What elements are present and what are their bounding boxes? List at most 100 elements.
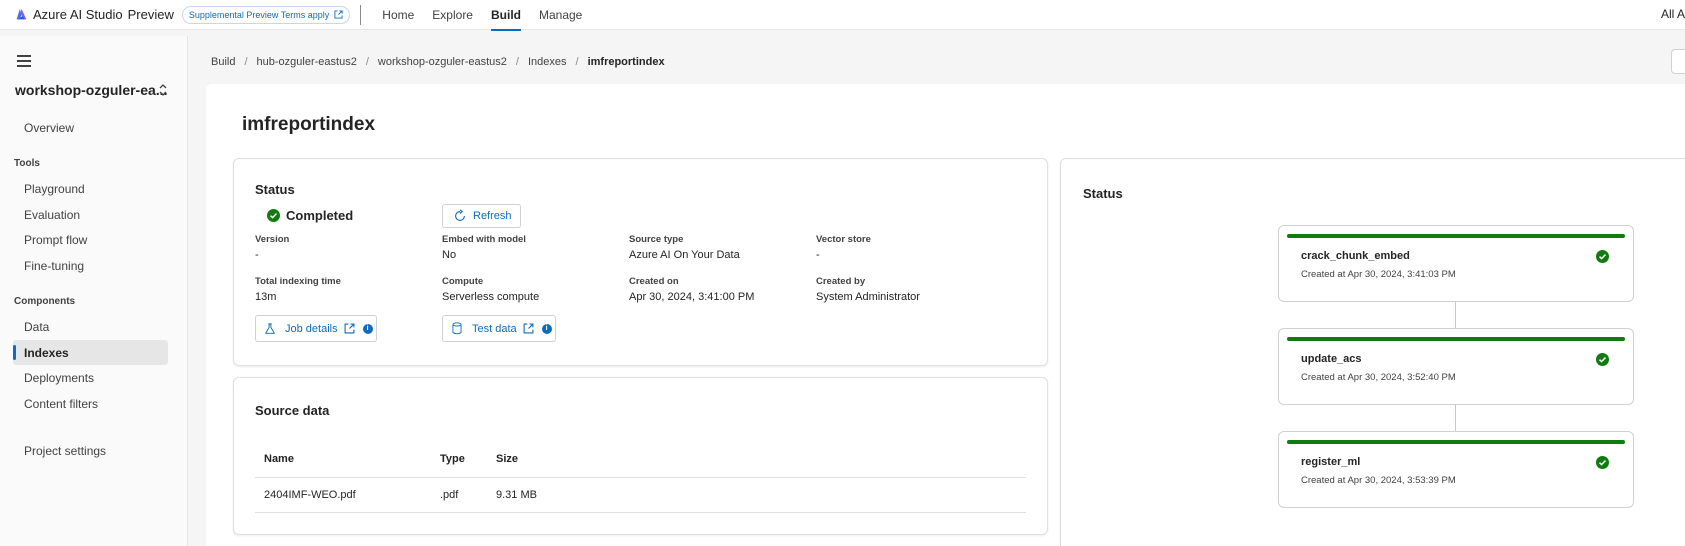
step-name: register_ml [1301,456,1361,468]
vector-store-value: - [816,249,820,261]
nav-explore[interactable]: Explore [423,0,482,30]
step-status-bar [1287,337,1625,341]
total-indexing-time-label: Total indexing time [255,276,341,287]
project-name[interactable]: workshop-ozguler-ea... [15,82,167,98]
created-by-label: Created by [816,276,866,287]
success-check-icon [1596,353,1609,366]
info-icon[interactable]: i [541,323,552,334]
source-type-label: Source type [629,234,684,245]
external-link-icon [334,10,343,19]
created-by-value: System Administrator [816,291,920,303]
step-created-at: Created at Apr 30, 2024, 3:52:40 PM [1301,372,1456,383]
success-check-icon [1596,456,1609,469]
step-created-at: Created at Apr 30, 2024, 3:41:03 PM [1301,269,1456,280]
version-value: - [255,249,259,261]
success-check-icon [267,209,280,222]
test-data-button[interactable]: Test data i [442,315,556,342]
step-status-bar [1287,234,1625,238]
job-details-button[interactable]: Job details i [255,315,377,342]
column-header-type[interactable]: Type [440,453,465,465]
breadcrumb-separator: / [575,56,579,68]
compute-label: Compute [442,276,484,287]
all-resources-link[interactable]: All A [1661,7,1685,21]
refresh-icon [455,209,465,221]
database-icon [452,322,462,335]
topbar-divider [360,4,362,25]
column-header-name[interactable]: Name [264,453,294,465]
side-panel-toggle-button[interactable] [1671,49,1685,74]
pipeline-step-register-ml[interactable]: register_ml Created at Apr 30, 2024, 3:5… [1278,431,1634,508]
breadcrumb-separator: / [365,56,369,68]
page-title: imfreportindex [242,114,376,135]
breadcrumb-build[interactable]: Build [211,56,235,68]
step-status-bar [1287,440,1625,444]
pipeline-connector [1455,302,1456,328]
hamburger-menu-icon[interactable] [17,55,31,67]
pipeline-connector [1455,405,1456,431]
sidebar-item-deployments[interactable]: Deployments [13,365,168,390]
total-indexing-time-value: 13m [255,291,277,303]
sidebar-item-indexes[interactable]: Indexes [13,340,168,365]
brand-name: Azure AI Studio [33,7,123,22]
table-cell-size: 9.31 MB [496,489,537,501]
created-on-value: Apr 30, 2024, 3:41:00 PM [629,291,755,303]
preview-terms-label: Supplemental Preview Terms apply [188,9,330,20]
chevron-up-down-icon[interactable] [158,83,168,97]
breadcrumb-separator: / [515,56,519,68]
breadcrumb-project[interactable]: workshop-ozguler-eastus2 [378,56,507,68]
sidebar-item-data[interactable]: Data [13,314,168,339]
top-bar: Azure AI Studio Preview Supplemental Pre… [0,0,1685,31]
pipeline-step-crack-chunk-embed[interactable]: crack_chunk_embed Created at Apr 30, 202… [1278,225,1634,302]
refresh-button[interactable]: Refresh [442,204,521,228]
pipeline-step-update-acs[interactable]: update_acs Created at Apr 30, 2024, 3:52… [1278,328,1634,405]
breadcrumb-indexes[interactable]: Indexes [528,56,567,68]
breadcrumb-separator: / [244,56,248,68]
breadcrumb-hub[interactable]: hub-ozguler-eastus2 [257,56,357,68]
flask-icon [264,322,276,334]
compute-value: Serverless compute [442,291,540,303]
vector-store-label: Vector store [816,234,871,245]
breadcrumb: Build / hub-ozguler-eastus2 / workshop-o… [211,56,665,68]
status-text: Completed [286,208,354,223]
brand[interactable]: Azure AI Studio Preview [15,7,174,22]
sidebar-item-project-settings[interactable]: Project settings [13,438,168,463]
sidebar-item-overview[interactable]: Overview [13,115,168,140]
column-header-size[interactable]: Size [496,453,518,465]
nav-home[interactable]: Home [373,0,423,30]
source-data-title: Source data [255,403,330,418]
test-data-label: Test data [472,322,517,335]
table-row-divider [255,512,1026,513]
info-icon[interactable]: i [362,323,373,334]
source-type-value: Azure AI On Your Data [629,249,740,261]
job-details-label: Job details [285,322,338,335]
success-check-icon [1596,250,1609,263]
created-on-label: Created on [629,276,679,287]
pipeline-status-title: Status [1083,186,1123,201]
embed-model-value: No [442,249,457,261]
external-link-icon [344,323,355,334]
breadcrumb-current: imfreportindex [587,56,665,68]
brand-preview-label: Preview [127,7,174,22]
sidebar-item-fine-tuning[interactable]: Fine-tuning [13,253,168,278]
embed-model-label: Embed with model [442,234,526,245]
table-cell-name: 2404IMF-WEO.pdf [264,489,356,501]
preview-terms-link[interactable]: Supplemental Preview Terms apply [181,5,351,24]
sidebar-item-prompt-flow[interactable]: Prompt flow [13,227,168,252]
version-label: Version [255,234,290,245]
step-name: update_acs [1301,353,1362,365]
top-nav: Home Explore Build Manage [373,0,591,31]
step-name: crack_chunk_embed [1301,250,1410,262]
tools-section-header: Tools [14,158,40,169]
azure-ai-logo-icon [16,8,27,20]
sidebar-item-playground[interactable]: Playground [13,176,168,201]
refresh-label: Refresh [473,210,512,222]
status-card-title: Status [255,182,295,197]
status-indicator: Completed [267,208,353,223]
nav-build[interactable]: Build [482,0,530,31]
external-link-icon [523,323,534,334]
sidebar-item-content-filters[interactable]: Content filters [13,391,168,416]
nav-manage[interactable]: Manage [530,0,591,30]
left-sidebar: workshop-ozguler-ea... [0,36,188,546]
step-created-at: Created at Apr 30, 2024, 3:53:39 PM [1301,475,1456,486]
sidebar-item-evaluation[interactable]: Evaluation [13,202,168,227]
